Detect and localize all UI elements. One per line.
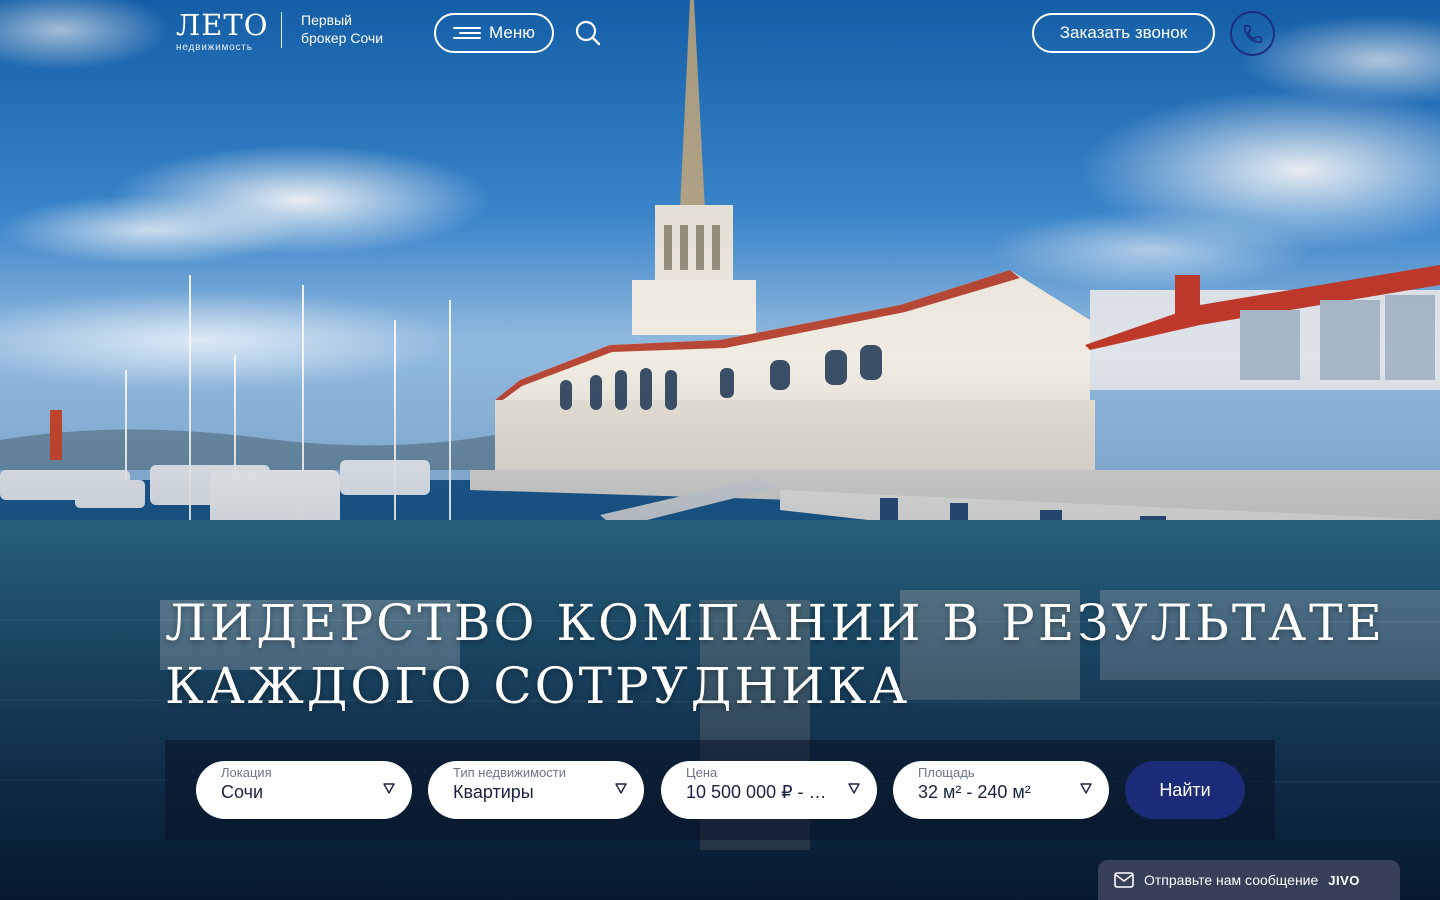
triangle-down-icon bbox=[615, 783, 627, 794]
chat-brand-logo: JIVO bbox=[1328, 872, 1360, 888]
search-button[interactable] bbox=[574, 19, 602, 47]
chat-widget[interactable]: Отправьте нам сообщение JIVO bbox=[1098, 860, 1400, 900]
property-type-value: Квартиры bbox=[453, 782, 534, 802]
property-search-panel: Локация Сочи Тип недвижимости Квартиры Ц… bbox=[165, 740, 1275, 840]
tagline-line-2: брокер Сочи bbox=[301, 30, 384, 46]
location-label: Локация bbox=[221, 765, 272, 780]
area-value: 32 м² - 240 м² bbox=[918, 782, 1031, 802]
hero-headline: ЛИДЕРСТВО КОМПАНИИ В РЕЗУЛЬТАТЕ КАЖДОГО … bbox=[165, 592, 1385, 718]
logo[interactable]: ЛЕТО недвижимость bbox=[172, 8, 268, 54]
logo-wordmark: ЛЕТО bbox=[176, 8, 269, 42]
property-type-label: Тип недвижимости bbox=[453, 765, 567, 780]
chat-widget-text: Отправьте нам сообщение bbox=[1144, 872, 1319, 888]
find-button-label: Найти bbox=[1159, 779, 1211, 800]
price-label: Цена bbox=[686, 765, 718, 780]
triangle-down-icon bbox=[848, 783, 860, 794]
tagline: Первый брокер Сочи bbox=[301, 11, 383, 47]
phone-icon bbox=[1243, 24, 1262, 43]
property-type-select[interactable]: Тип недвижимости Квартиры bbox=[428, 761, 644, 819]
phone-button[interactable] bbox=[1230, 11, 1275, 56]
find-button[interactable]: Найти bbox=[1125, 761, 1245, 819]
envelope-icon bbox=[1114, 872, 1134, 888]
logo-subtitle: недвижимость bbox=[176, 42, 253, 53]
menu-button[interactable]: Меню bbox=[434, 13, 554, 53]
hero-headline-line-1: ЛИДЕРСТВО КОМПАНИИ В РЕЗУЛЬТАТЕ bbox=[165, 594, 1385, 652]
location-value: Сочи bbox=[221, 782, 264, 802]
location-select[interactable]: Локация Сочи bbox=[196, 761, 412, 819]
hero-headline-line-2: КАЖДОГО СОТРУДНИКА bbox=[165, 657, 911, 715]
header-divider bbox=[281, 12, 282, 48]
tagline-line-1: Первый bbox=[301, 12, 352, 28]
price-select[interactable]: Цена 10 500 000 ₽ - 19... bbox=[661, 761, 877, 819]
menu-button-label: Меню bbox=[489, 23, 535, 42]
search-icon bbox=[575, 20, 601, 46]
area-label: Площадь bbox=[918, 765, 975, 780]
triangle-down-icon bbox=[1080, 783, 1092, 794]
menu-lines-icon bbox=[453, 26, 482, 40]
triangle-down-icon bbox=[383, 783, 395, 794]
price-value: 10 500 000 ₽ - 19... bbox=[686, 782, 836, 802]
callback-button[interactable]: Заказать звонок bbox=[1032, 13, 1215, 53]
callback-button-label: Заказать звонок bbox=[1059, 23, 1188, 42]
area-select[interactable]: Площадь 32 м² - 240 м² bbox=[893, 761, 1109, 819]
